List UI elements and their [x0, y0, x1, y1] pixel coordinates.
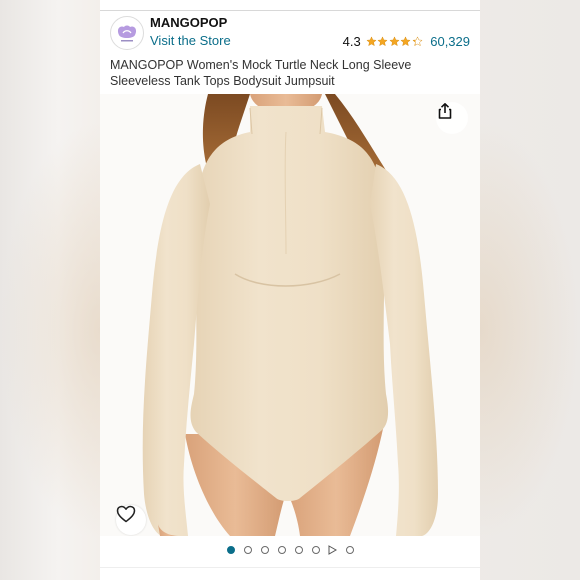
carousel-dot[interactable] [260, 546, 269, 554]
star-icon [412, 35, 423, 46]
favorite-button[interactable] [116, 505, 146, 535]
product-page: MANGOPOP Visit the Store 4.3 60,329 MANG… [100, 0, 480, 580]
product-image[interactable] [100, 94, 480, 536]
top-divider [100, 0, 480, 11]
share-button[interactable] [436, 102, 468, 134]
carousel-dot[interactable] [277, 546, 286, 554]
rating-summary[interactable]: 4.3 60,329 [343, 33, 470, 49]
heart-icon [116, 505, 136, 523]
review-count-link[interactable]: 60,329 [430, 34, 470, 49]
product-title[interactable]: MANGOPOP Women's Mock Turtle Neck Long S… [110, 57, 440, 89]
brand-name: MANGOPOP [150, 15, 228, 30]
next-section-edge [100, 567, 480, 580]
carousel-dot[interactable] [311, 546, 320, 554]
carousel-dot[interactable] [226, 546, 235, 554]
star-icon [377, 35, 388, 46]
carousel-dot[interactable] [243, 546, 252, 554]
star-icon [400, 35, 411, 46]
product-photo-bodysuit [100, 94, 480, 536]
star-rating[interactable] [366, 35, 424, 47]
video-play-icon[interactable] [328, 545, 337, 555]
visit-store-link[interactable]: Visit the Store [150, 33, 231, 48]
image-carousel-indicator [100, 543, 480, 557]
rating-value: 4.3 [342, 33, 361, 49]
store-header: MANGOPOP Visit the Store 4.3 60,329 [110, 14, 470, 54]
carousel-dot[interactable] [294, 546, 303, 554]
carousel-dot[interactable] [345, 546, 354, 554]
star-icon [366, 35, 377, 46]
star-icon [389, 35, 400, 46]
mangopop-logo-icon[interactable] [110, 16, 144, 50]
share-icon [438, 103, 452, 119]
